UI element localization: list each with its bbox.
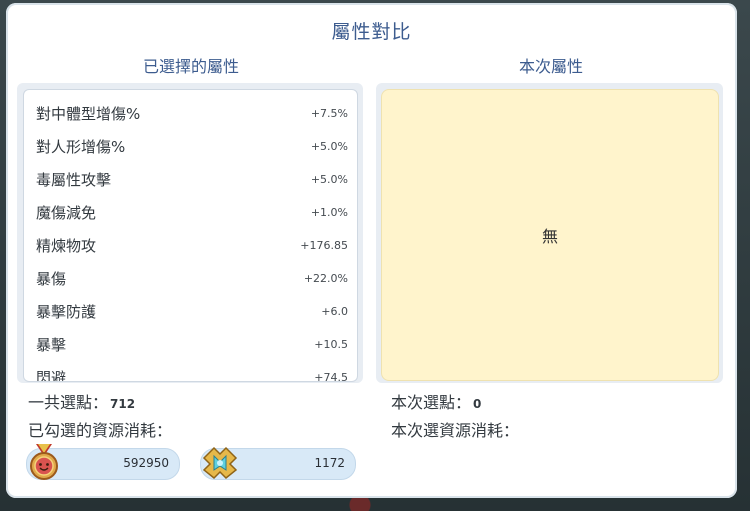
selected-attributes-frame: 對中體型增傷% +7.5% 對人形增傷% +5.0% 毒屬性攻擊 +5.0% 魔… [17,83,363,383]
total-points-value: 712 [110,397,136,411]
current-points: 本次選點： 0 [391,389,481,413]
list-item: 對中體型增傷% +7.5% [36,101,348,125]
attribute-value: +5.0% [310,139,348,153]
attribute-value: +74.5 [314,370,348,382]
list-item: 精煉物攻 +176.85 [36,233,348,257]
attribute-value: +22.0% [303,271,348,285]
attribute-value: +1.0% [310,205,348,219]
current-points-value: 0 [473,397,482,411]
resource-medal-value: 592950 [123,456,169,470]
attribute-name: 毒屬性攻擊 [36,170,112,189]
current-attributes-header: 本次屬性 [518,57,583,76]
attribute-name: 閃避 [36,368,67,382]
attribute-value: +6.0 [321,304,348,318]
current-attributes-frame: 無 [376,83,723,383]
attribute-value: +7.5% [310,106,348,120]
list-item: 暴擊防護 +6.0 [36,299,348,323]
attribute-value: +10.5 [314,337,348,351]
list-item: 閃避 +74.5 [36,365,348,382]
crystal-icon [202,446,238,480]
medal-icon [30,444,58,480]
attribute-name: 暴傷 [36,269,67,288]
list-item: 毒屬性攻擊 +5.0% [36,167,348,191]
panel-title: 屬性對比 [331,21,412,43]
list-item: 魔傷減免 +1.0% [36,200,348,224]
current-points-label: 本次選點： [391,393,472,412]
list-item: 對人形增傷% +5.0% [36,134,348,158]
attribute-value: +5.0% [310,172,348,186]
attribute-name: 對中體型增傷% [36,104,141,123]
attribute-name: 對人形增傷% [36,137,126,156]
total-points: 一共選點： 712 [28,389,135,413]
attribute-name: 魔傷減免 [36,203,97,222]
total-points-label: 一共選點： [28,393,109,412]
selected-attributes-header: 已選擇的屬性 [142,57,239,76]
attribute-name: 暴擊 [36,335,67,354]
current-cost-label: 本次選資源消耗： [391,421,520,440]
selected-attributes-list[interactable]: 對中體型增傷% +7.5% 對人形增傷% +5.0% 毒屬性攻擊 +5.0% 魔… [23,89,358,382]
attribute-name: 暴擊防護 [36,302,97,321]
list-item: 暴擊 +10.5 [36,332,348,356]
selected-cost-label: 已勾選的資源消耗： [28,421,173,440]
current-attributes-empty: 無 [541,227,558,246]
list-item: 暴傷 +22.0% [36,266,348,290]
resource-crystal-value: 1172 [314,456,345,470]
attribute-value: +176.85 [300,238,348,252]
current-attributes-box: 無 [381,89,719,381]
attribute-name: 精煉物攻 [36,236,97,255]
